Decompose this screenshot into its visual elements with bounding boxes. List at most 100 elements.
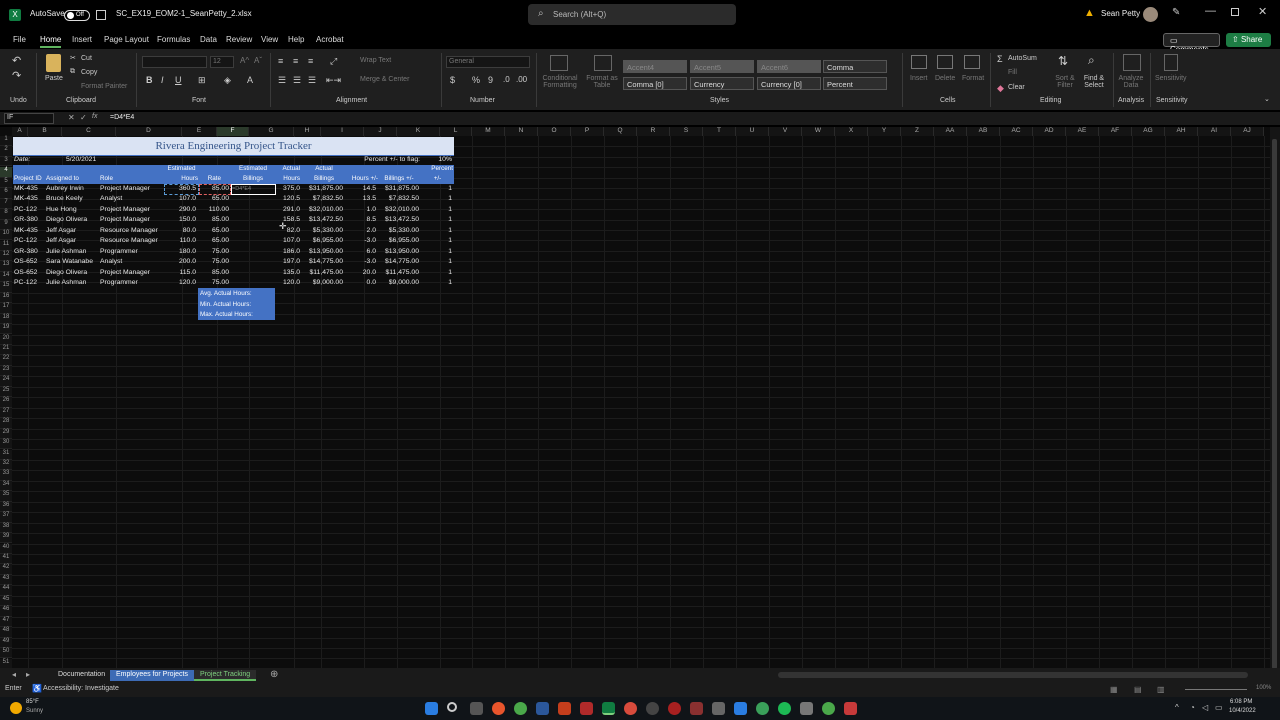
cell-name[interactable]: Bruce Keely [46,194,99,204]
analyze-data-button[interactable]: Analyze Data [1116,75,1146,89]
header-percent-2[interactable]: +/- [422,175,453,183]
decrease-decimal-icon[interactable]: .00 [516,75,527,84]
warning-icon[interactable]: ▲ [1084,7,1095,19]
tab-acrobat[interactable]: Acrobat [316,35,344,44]
cell-role[interactable]: Analyst [100,194,164,204]
cell-pct[interactable]: 1 [422,194,454,204]
search-box[interactable]: ⌕ Search (Alt+Q) [528,4,736,25]
tab-review[interactable]: Review [226,35,252,44]
cell-hpm[interactable]: 1.0 [346,205,378,215]
zoom-level[interactable]: 100% [1256,685,1271,691]
row-header[interactable]: 50 [0,648,12,659]
tab-formulas[interactable]: Formulas [157,35,190,44]
header-estimated-billings-2[interactable]: Billings [232,175,274,183]
save-icon[interactable] [96,10,106,20]
collapse-ribbon-icon[interactable]: ⌄ [1264,95,1270,103]
row-header[interactable]: 3 [0,156,12,166]
cell-est[interactable]: 120.0 [165,278,198,288]
header-billings-pm[interactable]: Billings +/- [379,175,419,183]
align-bottom-icon[interactable]: ≡ [308,56,313,66]
column-header[interactable]: N [505,127,538,136]
row-header[interactable]: 16 [0,292,12,304]
horizontal-scrollbar[interactable] [778,672,1248,678]
tray-chevron-icon[interactable]: ^ [1175,703,1179,712]
format-cells-button[interactable]: Format [962,75,984,82]
font-size-box[interactable]: 12 [210,56,234,68]
cut-button[interactable]: Cut [81,55,92,62]
chrome-icon[interactable] [514,702,527,715]
row-header[interactable]: 25 [0,386,12,398]
cell-bpm[interactable]: $11,475.00 [379,268,421,278]
tab-view[interactable]: View [261,35,278,44]
autosave-toggle[interactable]: Off [64,10,90,21]
tab-page-layout[interactable]: Page Layout [104,35,149,44]
date-value[interactable]: 5/20/2021 [66,155,96,165]
row-header[interactable]: 1 [0,136,12,147]
cell-est[interactable]: 107.0 [165,194,198,204]
summary-max[interactable]: Max. Actual Hours: [200,311,253,319]
header-actual-hours-2[interactable]: Hours [276,175,300,183]
column-header[interactable]: Q [604,127,637,136]
column-header[interactable]: D [116,127,182,136]
cell-est[interactable]: 80.0 [165,226,198,236]
powerpoint-icon[interactable] [558,702,571,715]
column-header[interactable]: AF [1099,127,1132,136]
excel-taskbar-icon[interactable] [602,702,615,715]
close-icon[interactable]: ✕ [1258,5,1267,18]
cell-actb[interactable]: $14,775.00 [303,257,345,267]
cell-id[interactable]: GR-380 [14,247,44,257]
cell-act[interactable]: 186.0 [276,247,302,257]
tab-insert[interactable]: Insert [72,35,92,44]
row-header[interactable]: 7 [0,198,12,210]
cell-rate[interactable]: 65.00 [199,236,231,246]
cell-id[interactable]: PC-122 [14,278,44,288]
cell-id[interactable]: PC-122 [14,205,44,215]
row-header[interactable]: 42 [0,564,12,575]
align-top-icon[interactable]: ≡ [278,56,283,66]
row-header[interactable]: 8 [0,209,12,220]
cell-pct[interactable]: 1 [422,236,454,246]
row-header[interactable]: 32 [0,459,12,471]
column-header[interactable]: S [670,127,703,136]
cell-role[interactable]: Project Manager [100,205,164,215]
cell-bpm[interactable]: $13,472.50 [379,215,421,225]
column-header[interactable]: P [571,127,604,136]
column-header[interactable]: Z [901,127,934,136]
add-sheet-icon[interactable]: ⊕ [270,669,278,680]
style-accent4[interactable]: Accent4 [623,60,687,73]
cell-pct[interactable]: 1 [422,278,454,288]
row-header[interactable]: 13 [0,261,12,272]
weather-sun-icon[interactable] [10,702,22,714]
cell-id[interactable]: MK-435 [14,226,44,236]
row-header[interactable]: 4 [0,167,12,178]
flag-label[interactable]: Percent +/- to flag: [340,155,422,165]
undo-icon[interactable]: ↶ [12,54,21,67]
row-header[interactable]: 9 [0,219,12,230]
copy-icon[interactable]: ⧉ [70,68,75,76]
cell-actb[interactable]: $5,330.00 [303,226,345,236]
battery-icon[interactable]: ▭ [1215,703,1223,712]
row-header[interactable]: 34 [0,480,12,492]
avatar[interactable] [1143,7,1158,22]
cell-role[interactable]: Project Manager [100,268,164,278]
cell-bpm[interactable]: $6,955.00 [379,236,421,246]
paste-button[interactable]: Paste [45,75,63,82]
user-name[interactable]: Sean Petty [1101,9,1140,18]
column-header[interactable]: AI [1198,127,1231,136]
cell-est[interactable]: 150.0 [165,215,198,225]
row-header[interactable]: 29 [0,428,12,439]
cell-bpm[interactable]: $31,875.00 [379,184,421,194]
cell-hpm[interactable]: 0.0 [346,278,378,288]
column-header[interactable]: W [802,127,835,136]
app-icon-2[interactable] [646,702,659,715]
cell-actb[interactable]: $32,010.00 [303,205,345,215]
cell-act[interactable]: 120.0 [276,278,302,288]
cell-actb[interactable]: $6,955.00 [303,236,345,246]
cell-est[interactable]: 115.0 [165,268,198,278]
row-header[interactable]: 45 [0,595,12,607]
cell-bpm[interactable]: $5,330.00 [379,226,421,236]
column-header[interactable]: L [440,127,472,136]
cell-rate[interactable]: 85.00 [199,215,231,225]
row-header[interactable]: 44 [0,585,12,596]
row-header[interactable]: 18 [0,313,12,325]
